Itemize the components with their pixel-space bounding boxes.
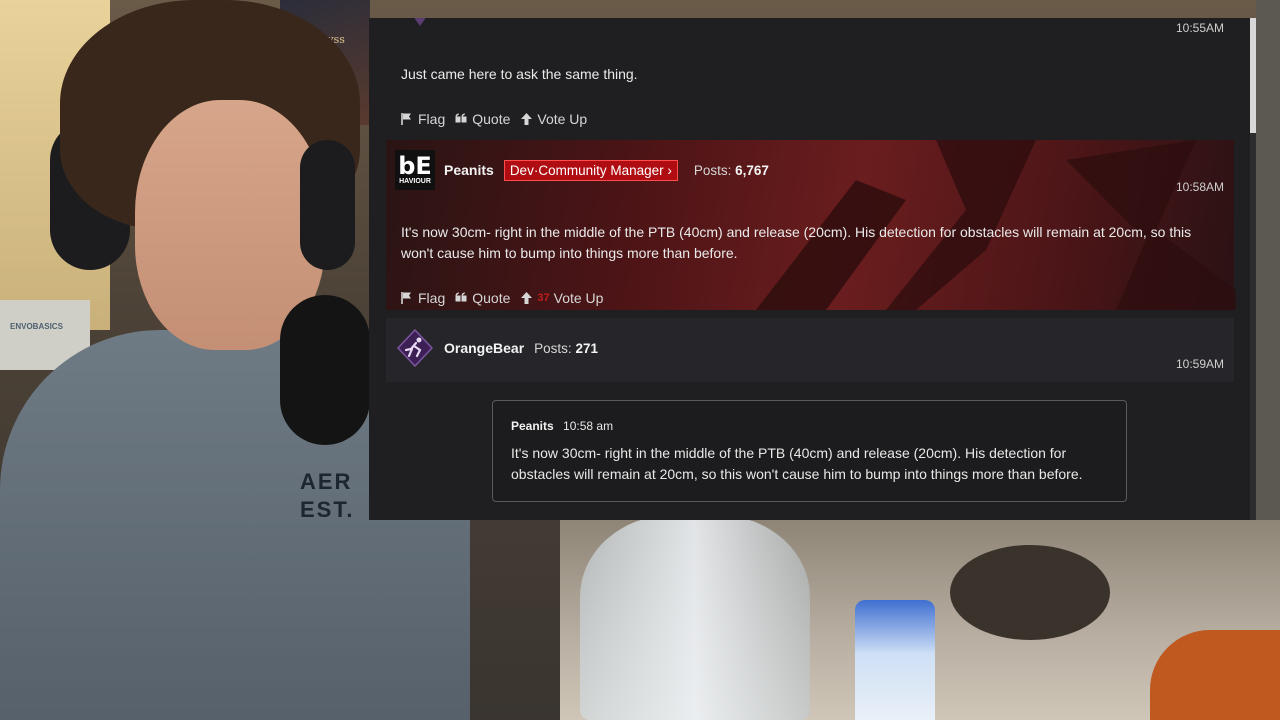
post-actions: Flag Quote 37 Vote Up — [401, 290, 613, 306]
flag-icon — [401, 291, 414, 305]
flag-button[interactable]: Flag — [401, 290, 445, 306]
post-timestamp: 10:59AM — [1175, 357, 1224, 371]
post-body: Just came here to ask the same thing. — [401, 66, 638, 82]
quote-body: It's now 30cm- right in the middle of th… — [511, 445, 1083, 482]
flag-label: Flag — [418, 290, 446, 306]
post-actions: Flag Quote Vote Up — [401, 111, 597, 127]
arrow-up-icon — [520, 112, 533, 126]
post-count-label: Posts: — [693, 162, 732, 178]
running-figure-icon — [397, 329, 433, 367]
role-badge[interactable]: Dev·Community Manager › — [503, 159, 678, 181]
vote-up-label: Vote Up — [537, 111, 588, 127]
quote-author[interactable]: Peanits — [511, 419, 554, 433]
flag-button[interactable]: Flag — [401, 111, 445, 127]
post-body: It's now 30cm- right in the middle of th… — [401, 224, 1192, 261]
quote-header: Peanits 10:58 am — [511, 419, 613, 433]
microphone — [280, 295, 370, 445]
scrollbar[interactable] — [1250, 18, 1256, 520]
avatar[interactable]: bE HAVIOUR — [395, 150, 435, 190]
quote-icon — [455, 112, 468, 126]
quote-button[interactable]: Quote — [455, 111, 510, 127]
forum-post: 10:55AM Just came here to ask the same t… — [386, 18, 1234, 136]
forum-post-staff: bE HAVIOUR Peanits Dev·Community Manager… — [386, 140, 1236, 310]
post-count-label: Posts: — [534, 340, 572, 356]
hoodie-print: AER EST. — [300, 469, 355, 522]
avatar-logo-subtext: HAVIOUR — [399, 178, 431, 185]
post-author-row: OrangeBear Posts: 271 — [395, 328, 598, 368]
streamer: AER EST. — [0, 0, 470, 720]
quote-label: Quote — [472, 111, 511, 127]
water-bottle — [580, 515, 810, 720]
scrollbar-thumb[interactable] — [1250, 18, 1256, 133]
vote-up-label: Vote Up — [553, 290, 604, 306]
avatar — [406, 18, 434, 26]
quote-button[interactable]: Quote — [455, 290, 510, 306]
username-link[interactable]: Peanits — [444, 162, 494, 178]
bottle-cap — [855, 600, 935, 720]
post-timestamp: 10:55AM — [1175, 21, 1224, 35]
post-count-value: 6,767 — [735, 162, 769, 178]
wall-edge — [1256, 0, 1280, 520]
flag-label: Flag — [418, 111, 446, 127]
avatar-logo-text: bE — [398, 152, 432, 180]
post-author-row: bE HAVIOUR Peanits Dev·Community Manager… — [395, 150, 769, 190]
headphone-right — [300, 140, 355, 270]
post-timestamp: 10:58AM — [1175, 180, 1224, 194]
forum-thread-panel[interactable]: 10:55AM Just came here to ask the same t… — [369, 18, 1256, 520]
flag-icon — [401, 112, 414, 126]
quote-label: Quote — [472, 290, 511, 306]
quote-time: 10:58 am — [563, 419, 614, 433]
username-link[interactable]: OrangeBear — [444, 340, 524, 356]
vote-up-button[interactable]: Vote Up — [520, 111, 587, 127]
vote-count: 37 — [537, 292, 550, 304]
post-count: Posts: 271 — [534, 341, 598, 356]
forum-post: OrangeBear Posts: 271 10:59AM Peanits 10… — [386, 318, 1234, 518]
vote-up-button[interactable]: 37 Vote Up — [520, 290, 603, 306]
post-count: Posts: 6,767 — [694, 163, 769, 178]
sleeping-cat — [950, 545, 1110, 640]
arrow-up-icon — [520, 291, 533, 305]
avatar[interactable] — [395, 328, 435, 368]
quoted-post: Peanits 10:58 am It's now 30cm- right in… — [492, 400, 1127, 502]
post-count-value: 271 — [575, 340, 598, 356]
quote-icon — [455, 291, 468, 305]
